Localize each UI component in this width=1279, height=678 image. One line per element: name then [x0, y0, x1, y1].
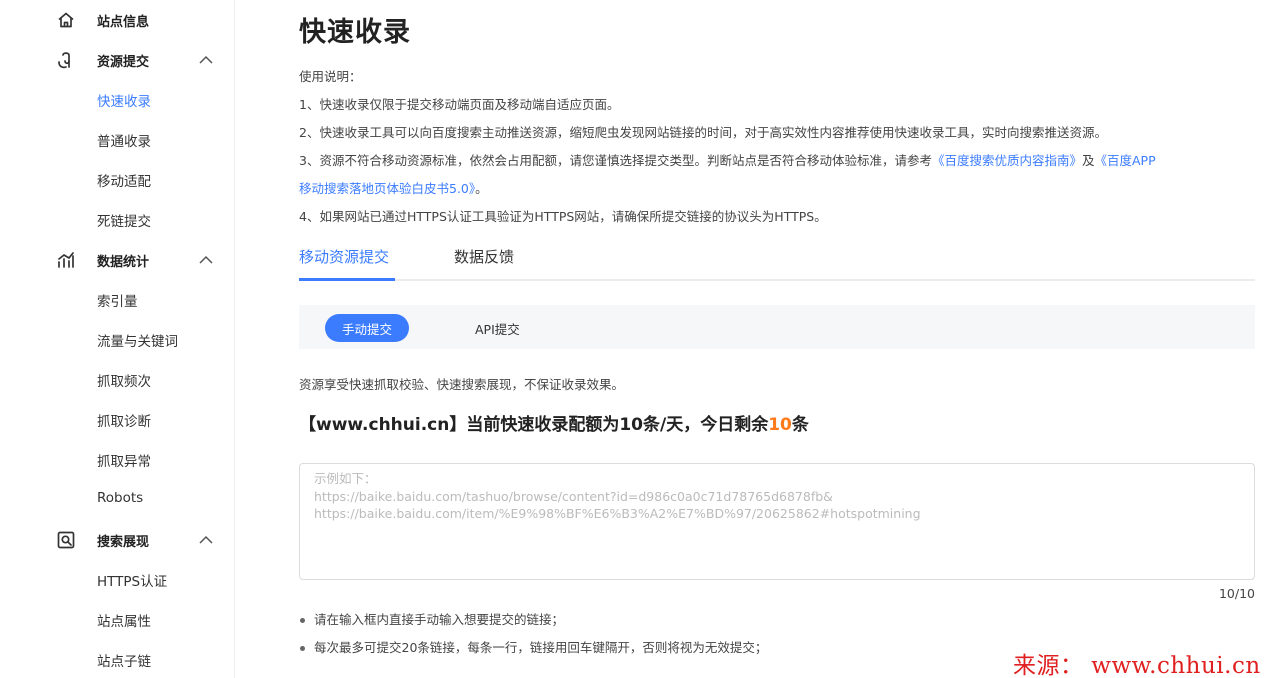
instruction-line-2: 2、快速收录工具可以向百度搜索主动推送资源，缩短爬虫发现网站链接的时间，对于高实… — [299, 125, 1107, 140]
sidebar-item-crawl-frequency[interactable]: 抓取频次 — [97, 370, 151, 390]
sidebar-item-robots[interactable]: Robots — [97, 490, 143, 506]
source-watermark: 来源： www.chhui.cn — [1013, 653, 1261, 678]
sidebar-group-label: 资源提交 — [97, 54, 150, 70]
sidebar-item-normal-index[interactable]: 普通收录 — [97, 130, 151, 150]
chevron-up-icon[interactable] — [198, 533, 214, 547]
sidebar-group-label: 数据统计 — [97, 254, 150, 270]
search-display-icon — [57, 531, 75, 549]
sidebar-group-search-display[interactable]: 搜索展现 — [0, 525, 234, 555]
instructions-heading: 使用说明： — [299, 69, 362, 84]
resource-note: 资源享受快速抓取校验、快速搜索展现，不保证收录效果。 — [299, 377, 625, 392]
sidebar-item-mobile-adapt[interactable]: 移动适配 — [97, 170, 151, 190]
instruction-end-text: 。 — [475, 181, 488, 196]
quota-remaining: 10 — [768, 415, 792, 435]
quota-heading: 【www.chhui.cn】当前快速收录配额为10条/天，今日剩余10条 — [299, 410, 809, 435]
sidebar-group-site-info[interactable]: 站点信息 — [0, 5, 234, 35]
url-input[interactable] — [299, 463, 1255, 580]
submit-icon — [58, 52, 70, 69]
quota-text: 【www.chhui.cn】当前快速收录配额为10条/天，今日剩余 — [299, 415, 769, 435]
stats-icon — [58, 252, 74, 268]
tip-item: 请在输入框内直接手动输入想要提交的链接； — [299, 610, 1255, 638]
sidebar-item-site-sublinks[interactable]: 站点子链 — [97, 650, 151, 670]
manual-submit-button[interactable]: 手动提交 — [325, 314, 409, 342]
quota-unit: 条 — [791, 415, 809, 435]
sidebar-item-crawl-diagnosis[interactable]: 抓取诊断 — [97, 410, 151, 430]
sidebar-group-label: 站点信息 — [97, 14, 150, 30]
submit-mode-bar: 手动提交 API提交 — [299, 305, 1255, 349]
whitepaper-link-cont[interactable]: 移动搜索落地页体验白皮书5.0》 — [299, 181, 475, 196]
sidebar-item-crawl-errors[interactable]: 抓取异常 — [97, 450, 151, 470]
page-title: 快速收录 — [299, 17, 411, 48]
active-tab-indicator — [299, 278, 395, 281]
sidebar-group-data-stats[interactable]: 数据统计 — [0, 245, 234, 275]
sidebar: 站点信息 资源提交 快速收录 普通收录 移动适配 死链提交 数据统计 索引量 流… — [0, 0, 235, 678]
sidebar-item-site-attributes[interactable]: 站点属性 — [97, 610, 151, 630]
sidebar-item-dead-link[interactable]: 死链提交 — [97, 210, 151, 230]
tab-bar: 移动资源提交 数据反馈 — [299, 240, 1255, 281]
instruction-line-4: 4、如果网站已通过HTTPS认证工具验证为HTTPS网站，请确保所提交链接的协议… — [299, 209, 827, 224]
instruction-line-1: 1、快速收录仅限于提交移动端页面及移动端自适应页面。 — [299, 97, 620, 112]
whitepaper-link[interactable]: 《百度APP — [1095, 153, 1156, 168]
quality-guide-link[interactable]: 《百度搜索优质内容指南》 — [932, 153, 1082, 168]
instruction-line-3-text: 3、资源不符合移动资源标准，依然会占用配额，请您谨慎选择提交类型。判断站点是否符… — [299, 153, 932, 168]
instruction-and-text: 及 — [1081, 153, 1095, 168]
instruction-line-3: 3、资源不符合移动资源标准，依然会占用配额，请您谨慎选择提交类型。判断站点是否符… — [299, 150, 1156, 169]
sidebar-item-fast-index[interactable]: 快速收录 — [97, 90, 151, 110]
home-icon — [58, 12, 74, 28]
url-counter: 10/10 — [1218, 586, 1255, 601]
sidebar-item-traffic-keywords[interactable]: 流量与关键词 — [97, 330, 178, 350]
chevron-up-icon[interactable] — [198, 53, 214, 67]
tab-data-feedback[interactable]: 数据反馈 — [454, 246, 514, 267]
tab-mobile-resource-submit[interactable]: 移动资源提交 — [299, 246, 389, 267]
sidebar-item-index-volume[interactable]: 索引量 — [97, 290, 138, 310]
sidebar-group-resource-submit[interactable]: 资源提交 — [0, 45, 234, 75]
sidebar-group-label: 搜索展现 — [97, 534, 150, 550]
sidebar-item-https-auth[interactable]: HTTPS认证 — [97, 570, 167, 590]
api-submit-button[interactable]: API提交 — [475, 319, 520, 338]
instruction-line-3-cont: 移动搜索落地页体验白皮书5.0》。 — [299, 178, 488, 197]
chevron-up-icon[interactable] — [198, 253, 214, 267]
